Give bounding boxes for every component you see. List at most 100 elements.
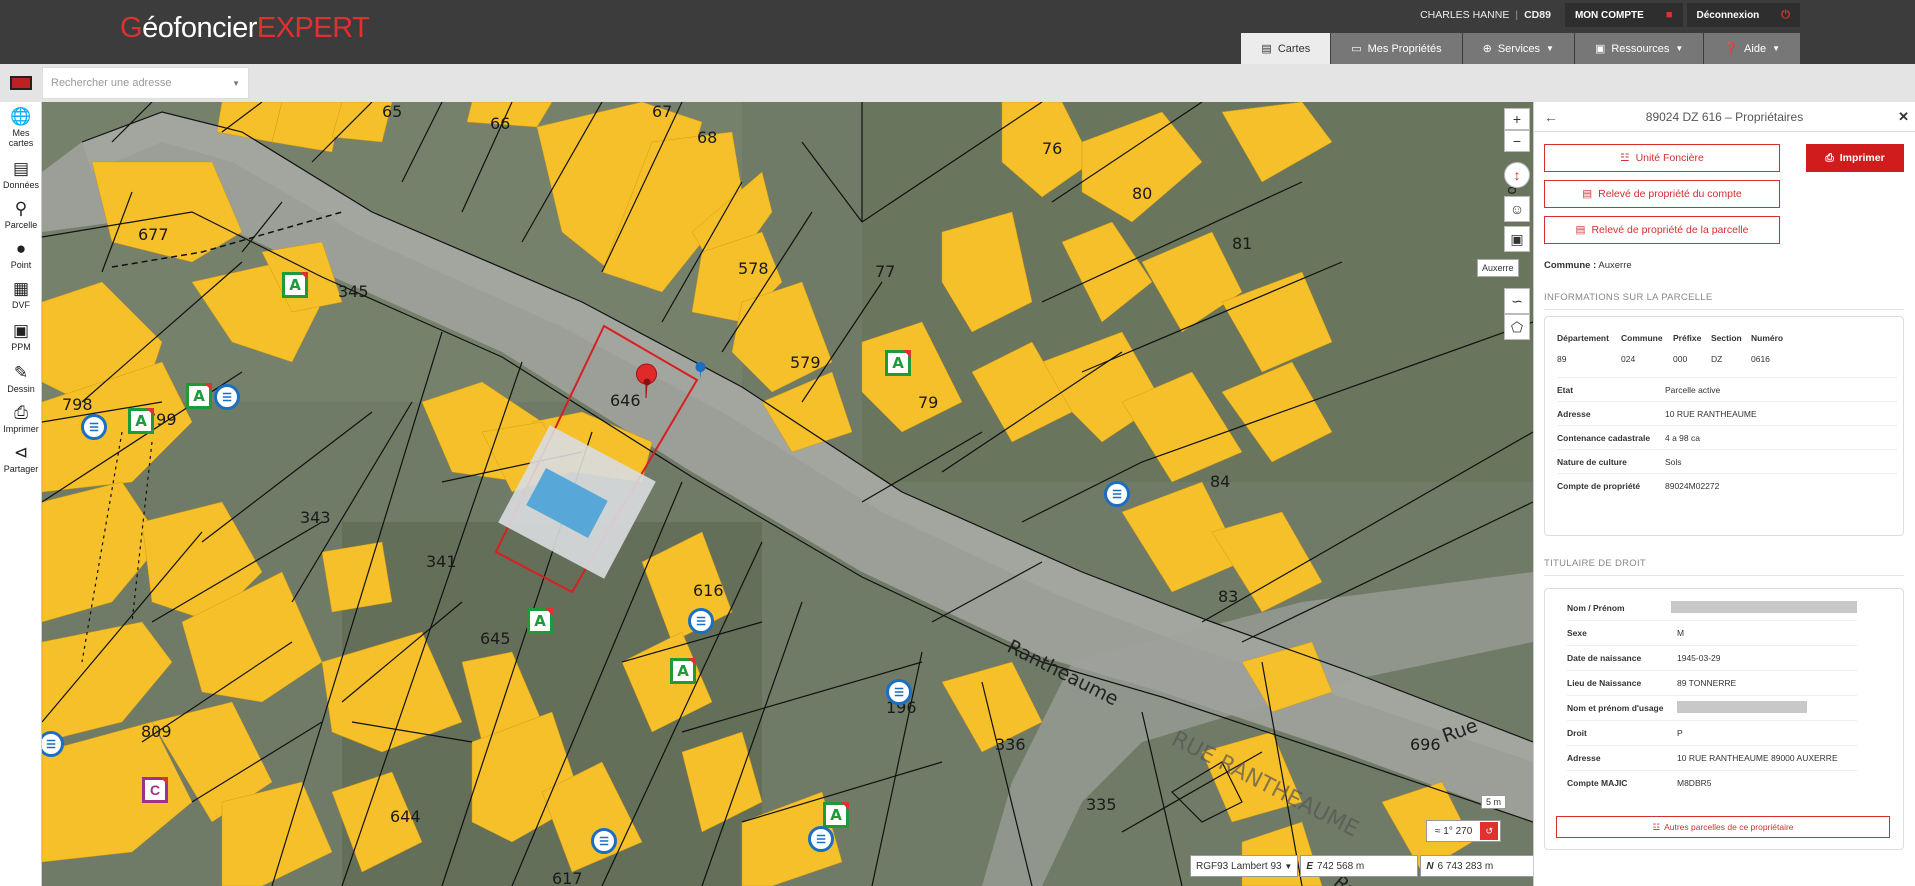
rail-mes-cartes[interactable]: 🌐 Mes cartes	[0, 102, 42, 154]
close-icon[interactable]: ✕	[1898, 109, 1909, 125]
info-marker-icon[interactable]: ☰	[591, 828, 617, 854]
chevron-down-icon[interactable]: ▼	[232, 79, 240, 88]
app-mini-logo-icon[interactable]	[10, 76, 32, 90]
releve-parcelle-button[interactable]: ▤ Relevé de propriété de la parcelle	[1544, 216, 1780, 244]
table-header: Numéro	[1751, 333, 1784, 343]
parcel-info-row: Compte de propriété 89024M02272	[1557, 473, 1897, 497]
info-marker-icon[interactable]: ☰	[214, 384, 240, 410]
info-marker-icon[interactable]: ☰	[81, 414, 107, 440]
annotation-marker-icon[interactable]: A	[527, 608, 553, 634]
map-canvas[interactable]	[42, 102, 1533, 886]
info-marker-icon[interactable]: ☰	[1104, 481, 1130, 507]
rail-label: Parcelle	[4, 220, 38, 230]
releve-compte-button[interactable]: ▤ Relevé de propriété du compte	[1544, 180, 1780, 208]
rotation-control[interactable]: ≈ 1° 270 ↺	[1426, 820, 1502, 842]
parcel-label: 335	[1086, 795, 1117, 814]
chevron-down-icon: ▼	[1284, 861, 1293, 871]
parcel-label: 579	[790, 353, 821, 372]
tab-cartes[interactable]: ▤ Cartes	[1241, 33, 1331, 64]
line-draw-icon[interactable]: ∽	[1504, 288, 1530, 314]
zoom-out-button[interactable]: −	[1504, 130, 1530, 152]
address-search-input[interactable]: Rechercher une adresse ▼	[42, 67, 249, 99]
tab-services[interactable]: ⊕ Services ▼	[1462, 33, 1574, 64]
account-label: MON COMPTE	[1574, 9, 1644, 21]
rail-imprimer[interactable]: ⎙ Imprimer	[0, 398, 42, 438]
rail-partager[interactable]: ⊲ Partager	[0, 438, 42, 478]
cadastral-map[interactable]: 65 66 67 68 76 80 81 677 345 578 77 579 …	[42, 102, 1533, 886]
info-marker-icon[interactable]: ☰	[808, 826, 834, 852]
parcel-label: 79	[918, 393, 939, 412]
tab-aide[interactable]: ❓ Aide ▼	[1704, 33, 1800, 64]
parcel-label: 65	[382, 102, 403, 121]
annotation-marker-icon[interactable]: A	[282, 272, 308, 298]
parcel-info-card: Département Commune Préfixe Section Numé…	[1544, 316, 1904, 536]
rail-label: DVF	[12, 300, 30, 310]
rail-parcelle[interactable]: ⚲ Parcelle	[0, 194, 42, 234]
sitemap-icon: ☳	[1620, 152, 1630, 164]
rail-label: PPM	[11, 342, 31, 352]
parcel-label: 345	[338, 282, 369, 301]
app-logo[interactable]: GéofoncierEXPERT	[120, 12, 370, 45]
reset-rotation-icon[interactable]: ↺	[1480, 822, 1499, 840]
section-title-parcelle: INFORMATIONS SUR LA PARCELLE	[1544, 292, 1904, 310]
back-arrow-icon[interactable]: ←	[1544, 109, 1558, 125]
briefcase-icon: ▣	[12, 321, 30, 340]
rail-label: Mes cartes	[8, 128, 34, 148]
annotation-marker-icon[interactable]: A	[885, 350, 911, 376]
section-title-titulaire: TITULAIRE DE DROIT	[1544, 558, 1904, 576]
commune-tooltip: Auxerre	[1477, 259, 1519, 277]
owners-panel: ← 89024 DZ 616 – Propriétaires ✕ ☳ Unité …	[1533, 102, 1915, 886]
rail-label: Imprimer	[3, 424, 39, 434]
info-marker-icon[interactable]: ☰	[688, 608, 714, 634]
annotation-marker-icon[interactable]: A	[128, 408, 154, 434]
tab-mes-proprietes[interactable]: ▭ Mes Propriétés	[1331, 33, 1462, 64]
owner-info-row: Droit P	[1567, 720, 1857, 745]
help-icon: ❓	[1724, 43, 1739, 55]
rail-dessin[interactable]: ✎ Dessin	[0, 358, 42, 398]
plus-circle-icon: ⊕	[1482, 43, 1492, 55]
rail-dvf[interactable]: ▦ DVF	[0, 274, 42, 316]
tab-label: Mes Propriétés	[1367, 42, 1442, 55]
parcel-label: 644	[390, 807, 421, 826]
owner-info-row: Date de naissance 1945-03-29	[1567, 645, 1857, 670]
annotation-marker-icon[interactable]: A	[186, 383, 212, 409]
logo-expert: EXPERT	[256, 12, 370, 44]
logout-button[interactable]: Déconnexion ⏻	[1686, 3, 1800, 27]
tab-label: Services	[1497, 42, 1541, 55]
compass-icon[interactable]: ↕	[1504, 162, 1530, 188]
parcel-label: 84	[1210, 472, 1231, 491]
scale-bar: 5 m	[1481, 795, 1507, 809]
rail-point[interactable]: ● Point	[0, 234, 42, 274]
parcel-label: 616	[693, 581, 724, 600]
owner-info-row: Compte MAJIC M8DBR5	[1567, 770, 1857, 795]
camera-icon[interactable]: ▣	[1504, 226, 1530, 252]
pdf-icon: ▤	[1575, 224, 1586, 236]
redacted-value	[1677, 701, 1807, 713]
table-cell: DZ	[1711, 354, 1723, 364]
coord-n-field[interactable]: N6 743 283 m	[1420, 855, 1539, 877]
tab-ressources[interactable]: ▣ Ressources ▼	[1574, 33, 1704, 64]
annotation-marker-icon[interactable]: A	[823, 802, 849, 828]
search-placeholder: Rechercher une adresse	[51, 77, 172, 89]
logout-label: Déconnexion	[1696, 9, 1760, 21]
rail-ppm[interactable]: ▣ PPM	[0, 316, 42, 358]
polygon-draw-icon[interactable]: ⬠	[1504, 314, 1530, 340]
projection-select[interactable]: RGF93 Lambert 93 ▼	[1190, 855, 1299, 877]
print-button[interactable]: ⎙ Imprimer	[1806, 144, 1904, 172]
chevron-down-icon: ▼	[1675, 44, 1684, 53]
info-marker-icon[interactable]: ☰	[886, 679, 912, 705]
c-marker-icon[interactable]: C	[142, 777, 168, 803]
account-button[interactable]: MON COMPTE ■	[1564, 3, 1683, 27]
unite-fonciere-button[interactable]: ☳ Unité Foncière	[1544, 144, 1780, 172]
panel-title: 89024 DZ 616 – Propriétaires	[1645, 109, 1804, 124]
rail-donnees[interactable]: ▤ Données	[0, 154, 42, 194]
coordinate-bar: RGF93 Lambert 93 ▼ E 742 568 m N6 743 283…	[1190, 855, 1579, 877]
logo-letter: G	[120, 12, 143, 44]
user-icon: ■	[1665, 9, 1673, 21]
pin-icon: ●	[15, 239, 27, 258]
other-parcels-button[interactable]: ☳ Autres parcelles de ce propriétaire	[1556, 816, 1890, 838]
coord-e-field[interactable]: E 742 568 m	[1300, 855, 1419, 877]
zoom-in-button[interactable]: +	[1504, 108, 1530, 130]
annotation-marker-icon[interactable]: A	[670, 658, 696, 684]
street-view-icon[interactable]: ☺	[1504, 196, 1530, 222]
